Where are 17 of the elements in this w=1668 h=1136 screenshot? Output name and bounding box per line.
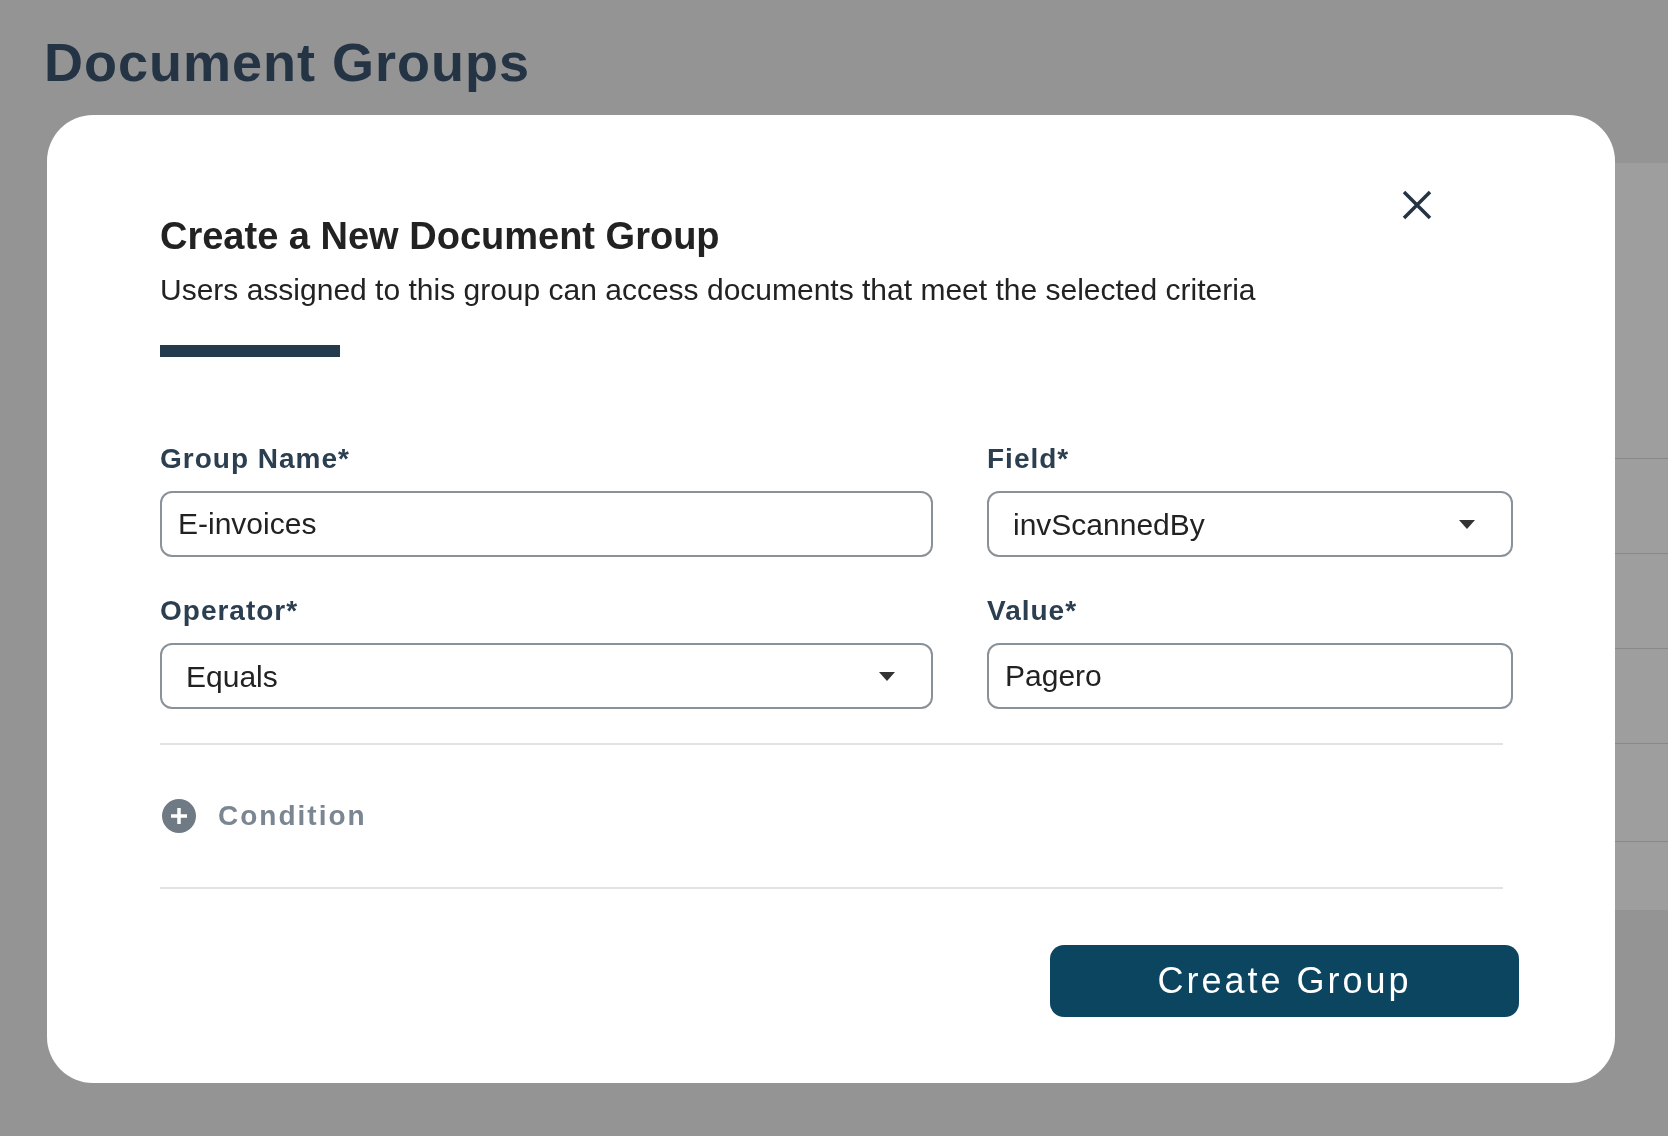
- field-label: Field*: [987, 445, 1071, 473]
- field-label: Operator*: [160, 597, 300, 625]
- text-field[interactable]: Pagero: [987, 643, 1513, 709]
- page-title: Document Groups: [44, 31, 531, 94]
- dialog-subtitle: Users assigned to this group can access documents that meet the selected criteria: [160, 275, 1257, 305]
- text-field[interactable]: E-invoices: [160, 491, 933, 557]
- field-label: Group Name*: [160, 445, 351, 473]
- close-icon: [1402, 190, 1432, 220]
- add-condition-button[interactable]: Condition: [162, 795, 367, 837]
- create-group-button[interactable]: Create Group: [1050, 945, 1519, 1017]
- caret-icon: [1459, 519, 1475, 529]
- caret-icon: [879, 671, 895, 681]
- dropdown-field[interactable]: Equals: [160, 643, 933, 709]
- field-label: Value*: [987, 597, 1079, 625]
- plus-circle-icon: [162, 799, 196, 833]
- dropdown-field[interactable]: invScannedBy: [987, 491, 1513, 557]
- dialog-title: Create a New Document Group: [160, 217, 721, 255]
